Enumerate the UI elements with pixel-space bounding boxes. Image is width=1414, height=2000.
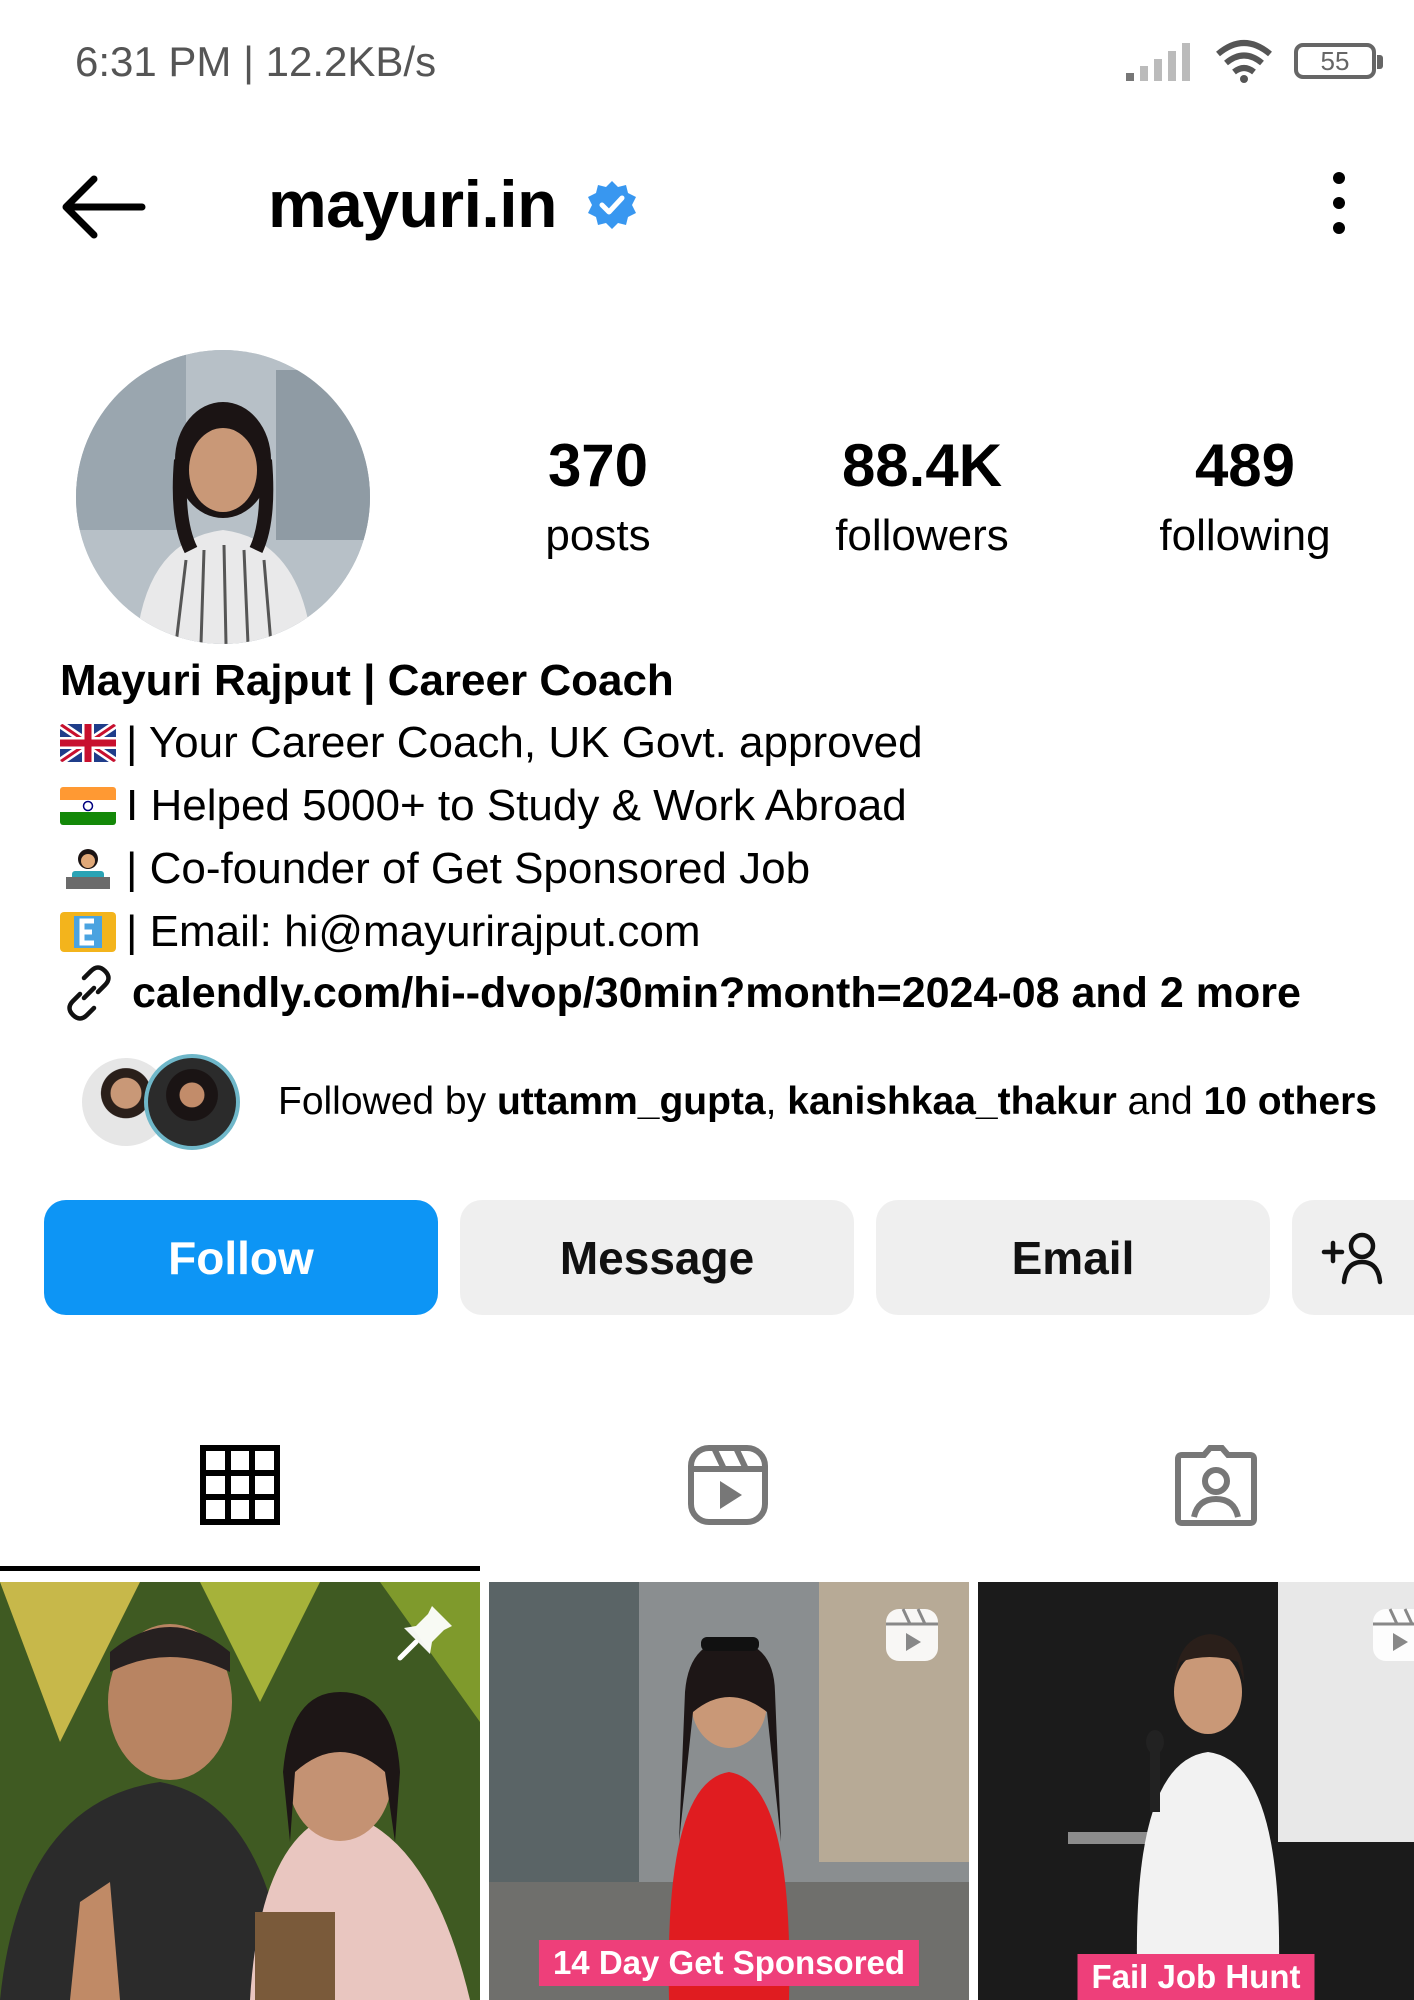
bio-line-1: | Your Career Coach, UK Govt. approved [60, 718, 923, 768]
post-thumbnail-1[interactable] [0, 1582, 480, 2000]
post-thumbnail-3[interactable]: Fail Job Hunt [978, 1582, 1414, 2000]
wifi-icon [1216, 40, 1272, 83]
followed-by-user-2[interactable]: kanishkaa_thakur [787, 1080, 1117, 1123]
followed-by-and: and [1116, 1080, 1204, 1123]
verified-badge-icon [588, 181, 636, 229]
status-icons: 55 [1124, 38, 1383, 84]
link-icon [67, 965, 111, 1021]
followed-by-prefix: Followed by [278, 1080, 497, 1123]
stat-following[interactable]: 489 following [1115, 432, 1375, 566]
grid-tab-icon[interactable] [198, 1443, 282, 1527]
followed-by-user-1[interactable]: uttamm_gupta [497, 1080, 766, 1123]
battery-level: 55 [1320, 45, 1350, 76]
active-tab-indicator [0, 1566, 480, 1571]
stat-followers-label: followers [835, 511, 1009, 560]
bio-line-2: I Helped 5000+ to Study & Work Abroad [60, 781, 907, 831]
email-button[interactable]: Email [876, 1200, 1270, 1315]
stat-following-value: 489 [1194, 432, 1296, 499]
suggested-users-button[interactable] [1292, 1200, 1414, 1315]
profile-display-name: Mayuri Rajput | Career Coach [60, 656, 674, 705]
reel-icon-2 [1373, 1608, 1414, 1661]
mutual-followers-avatars[interactable] [78, 1054, 243, 1154]
follow-button[interactable]: Follow [44, 1200, 438, 1315]
profile-username: mayuri.in [268, 167, 557, 241]
followed-by-others[interactable]: 10 others [1204, 1080, 1377, 1123]
reels-tab-icon[interactable] [686, 1443, 770, 1527]
battery-icon: 55 [1294, 43, 1383, 79]
reel-icon [886, 1608, 938, 1661]
mutual-avatar-2 [144, 1054, 240, 1150]
stat-posts-label: posts [545, 511, 651, 560]
message-button[interactable]: Message [460, 1200, 854, 1315]
bio-line-2-text: I Helped 5000+ to Study & Work Abroad [126, 781, 907, 830]
letter-e-icon [60, 912, 116, 952]
stat-posts-value: 370 [547, 432, 649, 499]
followed-by-text[interactable]: Followed by uttamm_gupta, kanishkaa_thak… [278, 1080, 1377, 1124]
bio-link-text[interactable]: calendly.com/hi--dvop/30min?month=2024-0… [132, 969, 1301, 1018]
bio-line-4-text: | Email: hi@mayurirajput.com [126, 907, 701, 956]
stat-followers-value: 88.4K [841, 432, 1003, 499]
profile-avatar[interactable] [76, 350, 370, 644]
bio-line-3: | Co-founder of Get Sponsored Job [60, 844, 810, 894]
followed-by-separator: , [765, 1080, 788, 1123]
bio-link[interactable]: calendly.com/hi--dvop/30min?month=2024-0… [60, 964, 1301, 1022]
status-time-speed: 6:31 PM | 12.2KB/s [75, 38, 437, 85]
stat-followers[interactable]: 88.4K followers [792, 432, 1052, 566]
back-arrow-icon[interactable] [58, 172, 148, 242]
post-2-caption: 14 Day Get Sponsored [538, 1940, 920, 1986]
stat-posts[interactable]: 370 posts [468, 432, 728, 566]
pinned-icon [397, 1606, 452, 1661]
india-flag-icon [60, 787, 116, 825]
avatar-photo [76, 350, 370, 644]
bio-line-3-text: | Co-founder of Get Sponsored Job [126, 844, 811, 893]
signal-icon [1126, 43, 1190, 81]
post-3-caption: Fail Job Hunt [1077, 1954, 1315, 2000]
post-thumbnail-2[interactable]: 14 Day Get Sponsored [489, 1582, 969, 2000]
stat-following-label: following [1159, 511, 1331, 560]
bio-line-4: | Email: hi@mayurirajput.com [60, 907, 700, 957]
uk-flag-icon [60, 724, 116, 762]
add-person-icon [1321, 1232, 1383, 1284]
post-3-photo [978, 1582, 1414, 2000]
technologist-icon [66, 849, 110, 889]
tagged-tab-icon[interactable] [1174, 1443, 1258, 1527]
more-options-icon[interactable] [1320, 170, 1358, 236]
bio-line-1-text: | Your Career Coach, UK Govt. approved [126, 718, 923, 767]
